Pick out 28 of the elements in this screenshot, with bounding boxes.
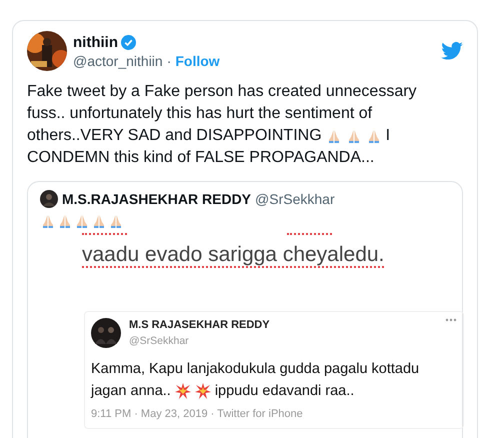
collision-icon [194,383,211,399]
quoted-tweet-card[interactable] [27,181,463,438]
praying-hands-icon [40,213,56,229]
tweet-text: Fake tweet by a Fake person has created unnecessary [27,82,417,102]
praying-hands-icon [74,213,90,229]
image-text: vaadu evado sarigga cheyaledu. [82,243,386,267]
tweet-text: fuss.. unfortunately this has hurt the sentiment of [27,104,372,124]
user-name: nithiin [73,34,118,50]
tweet-text: I [386,126,390,146]
follow-link[interactable]: Follow [175,52,220,68]
tweet-meta: 9:11 PM · May 23, 2019 · Twitter for iPhone [91,408,304,420]
quoted-user-name: M.S.RAJASHEKHAR REDDY [62,191,252,207]
collision-icon [174,383,191,399]
embedded-user-name: M.S RAJASEKHAR REDDY [129,319,271,331]
tweet-text: others..VERY SAD and DISAPPOINTING [27,126,322,146]
more-icon [445,318,457,322]
embedded-tweet-text: jagan anna.. [91,382,171,401]
embedded-tweet-text: ippudu edavandi raa.. [214,382,354,401]
user-handle: @actor_nithiin [73,52,163,68]
separator: · [166,52,172,68]
embedded-user-handle: @SrSekkhar [129,335,190,347]
embedded-tweet-text: Kamma, Kapu lanjakodukula gudda pagalu kottadu [91,360,420,379]
praying-hands-icon [57,213,73,229]
quoted-user-handle: @SrSekkhar [255,191,335,207]
bird-logo-icon [441,42,463,60]
tweet-text: CONDEMN this kind of FALSE PROPAGANDA... [27,148,374,168]
praying-hands-icon [108,213,124,229]
praying-hands-icon [91,213,107,229]
